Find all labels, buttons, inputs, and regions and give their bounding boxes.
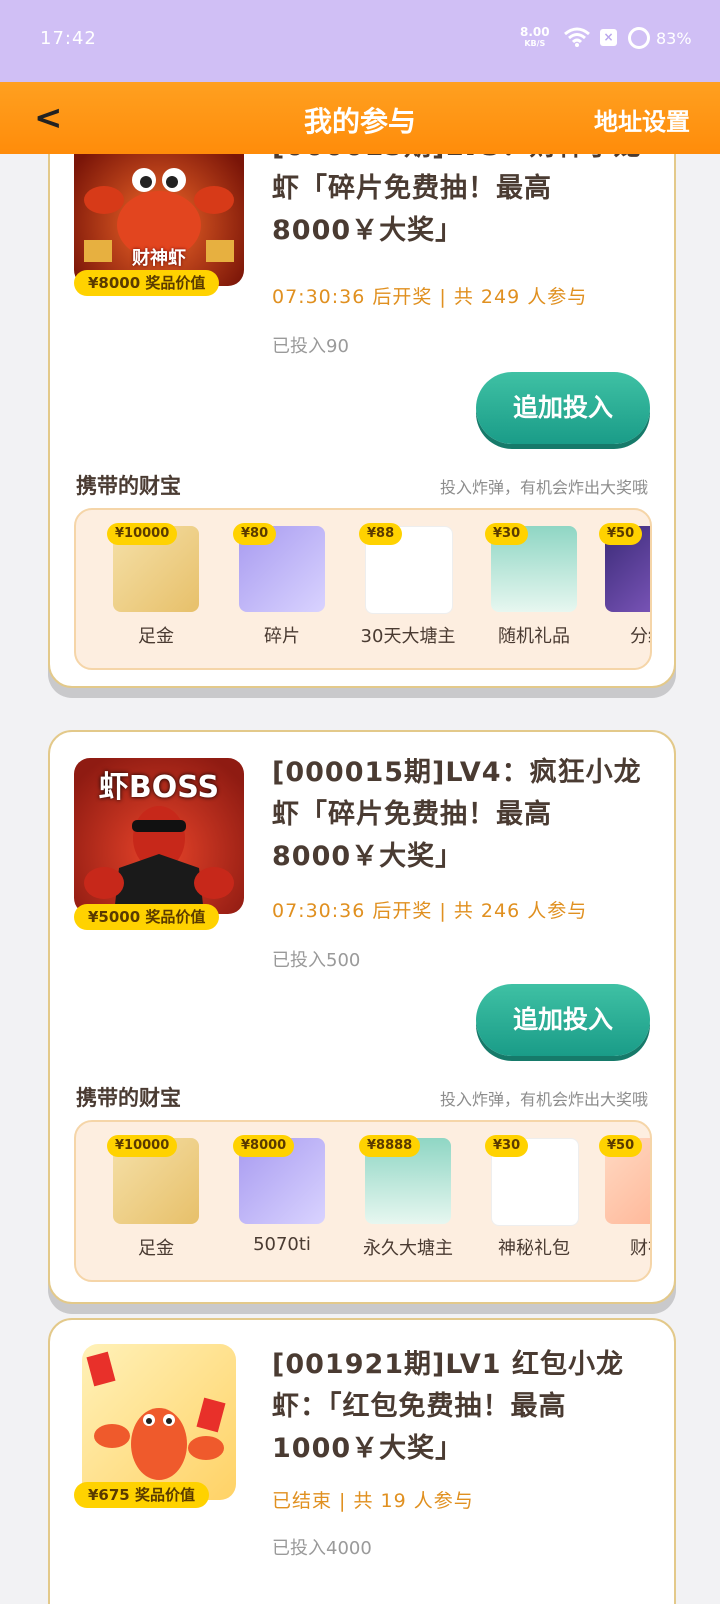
item-label: 随机礼品 <box>498 626 570 647</box>
invested-amount: 已投入500 <box>272 950 361 971</box>
thumb-label: 虾BOSS <box>98 770 220 805</box>
treasure-title: 携带的财宝 <box>76 474 181 498</box>
card-title: [000015期]LV3：财神小龙虾「碎片免费抽！最高8000￥大奖」 <box>272 154 641 246</box>
add-investment-button[interactable]: 追加投入 <box>476 372 650 444</box>
speed-unit: KB/S <box>524 39 546 48</box>
item-price: ¥30 <box>485 1135 529 1157</box>
speed-value: 8.00 <box>520 25 550 39</box>
status-time: 17:42 <box>40 28 97 49</box>
card-title: [001921期]LV1 红包小龙虾：「红包免费抽！最高1000￥大奖」 <box>272 1349 624 1464</box>
draw-meta: 已结束 | 共 19 人参与 <box>272 1490 474 1512</box>
network-speed: 8.00 KB/S <box>520 26 550 50</box>
item-price: ¥10000 <box>107 1135 178 1157</box>
lottery-card: ¥675 奖品价值 [001921期]LV1 红包小龙虾：「红包免费抽！最高10… <box>48 1318 676 1604</box>
item-label: 足金 <box>138 626 174 647</box>
item-label: 足金 <box>138 1238 174 1259</box>
item-price: ¥80 <box>233 523 277 545</box>
product-image[interactable]: 虾BOSS <box>74 758 244 914</box>
item-price: ¥30 <box>485 523 529 545</box>
lottery-card: 虾BOSS ¥5000 奖品价值 [000015期]LV4：疯狂小龙虾「碎片免费… <box>48 730 676 1304</box>
invested-amount: 已投入90 <box>272 336 349 357</box>
participation-list[interactable]: 财神虾 ¥8000 奖品价值 [000015期]LV3：财神小龙虾「碎片免费抽！… <box>0 154 720 1604</box>
draw-meta: 07:30:36 后开奖 | 共 246 人参与 <box>272 900 588 922</box>
product-image[interactable]: 财神虾 <box>74 154 244 286</box>
redpacket-lobster-image <box>86 1351 226 1480</box>
card-title: [000015期]LV4：疯狂小龙虾「碎片免费抽！最高8000￥大奖」 <box>272 757 642 872</box>
lottery-card: 财神虾 ¥8000 奖品价值 [000015期]LV3：财神小龙虾「碎片免费抽！… <box>48 154 676 688</box>
item-price: ¥50 <box>599 1135 643 1157</box>
treasure-list[interactable]: ¥10000 足金 ¥8000 5070ti ¥8888 永久大塘主 ¥30 神… <box>74 1120 652 1282</box>
wifi-icon <box>564 27 590 47</box>
notification-icon: × <box>600 29 617 46</box>
thumb-label: 财神虾 <box>132 248 186 269</box>
prize-value-badge: ¥8000 奖品价值 <box>74 270 220 296</box>
nav-bar: < 我的参与 地址设置 <box>0 82 720 154</box>
item-price: ¥10000 <box>107 523 178 545</box>
treasure-hint: 投入炸弹，有机会炸出大奖哦 <box>439 478 648 497</box>
treasure-title: 携带的财宝 <box>76 1086 181 1110</box>
treasure-list[interactable]: ¥10000 足金 ¥80 碎片 ¥88 30天大塘主 ¥30 随机礼品 ¥50 <box>74 508 652 670</box>
item-price: ¥88 <box>359 523 403 545</box>
treasure-hint: 投入炸弹，有机会炸出大奖哦 <box>439 1090 648 1109</box>
item-price: ¥8888 <box>359 1135 421 1157</box>
item-label: 30天大塘主 <box>360 626 456 647</box>
draw-meta: 07:30:36 后开奖 | 共 249 人参与 <box>272 286 588 308</box>
prize-value-badge: ¥675 奖品价值 <box>74 1482 209 1508</box>
item-label: 碎片 <box>264 626 300 647</box>
item-price: ¥8000 <box>233 1135 295 1157</box>
add-investment-button[interactable]: 追加投入 <box>476 984 650 1056</box>
invested-amount: 已投入4000 <box>272 1538 372 1559</box>
battery-percent: 83% <box>656 29 692 48</box>
item-label: 分红 <box>630 626 650 647</box>
item-price: ¥50 <box>599 523 643 545</box>
prize-value-badge: ¥5000 奖品价值 <box>74 904 220 930</box>
item-label: 5070ti <box>253 1234 311 1255</box>
address-settings-link[interactable]: 地址设置 <box>594 102 690 137</box>
item-label: 财神 <box>630 1238 650 1259</box>
item-label: 神秘礼包 <box>498 1238 570 1259</box>
battery-icon <box>628 27 650 49</box>
item-label: 永久大塘主 <box>363 1238 453 1259</box>
status-bar: 17:42 8.00 KB/S × 83% <box>0 0 720 82</box>
product-image[interactable] <box>82 1344 236 1500</box>
